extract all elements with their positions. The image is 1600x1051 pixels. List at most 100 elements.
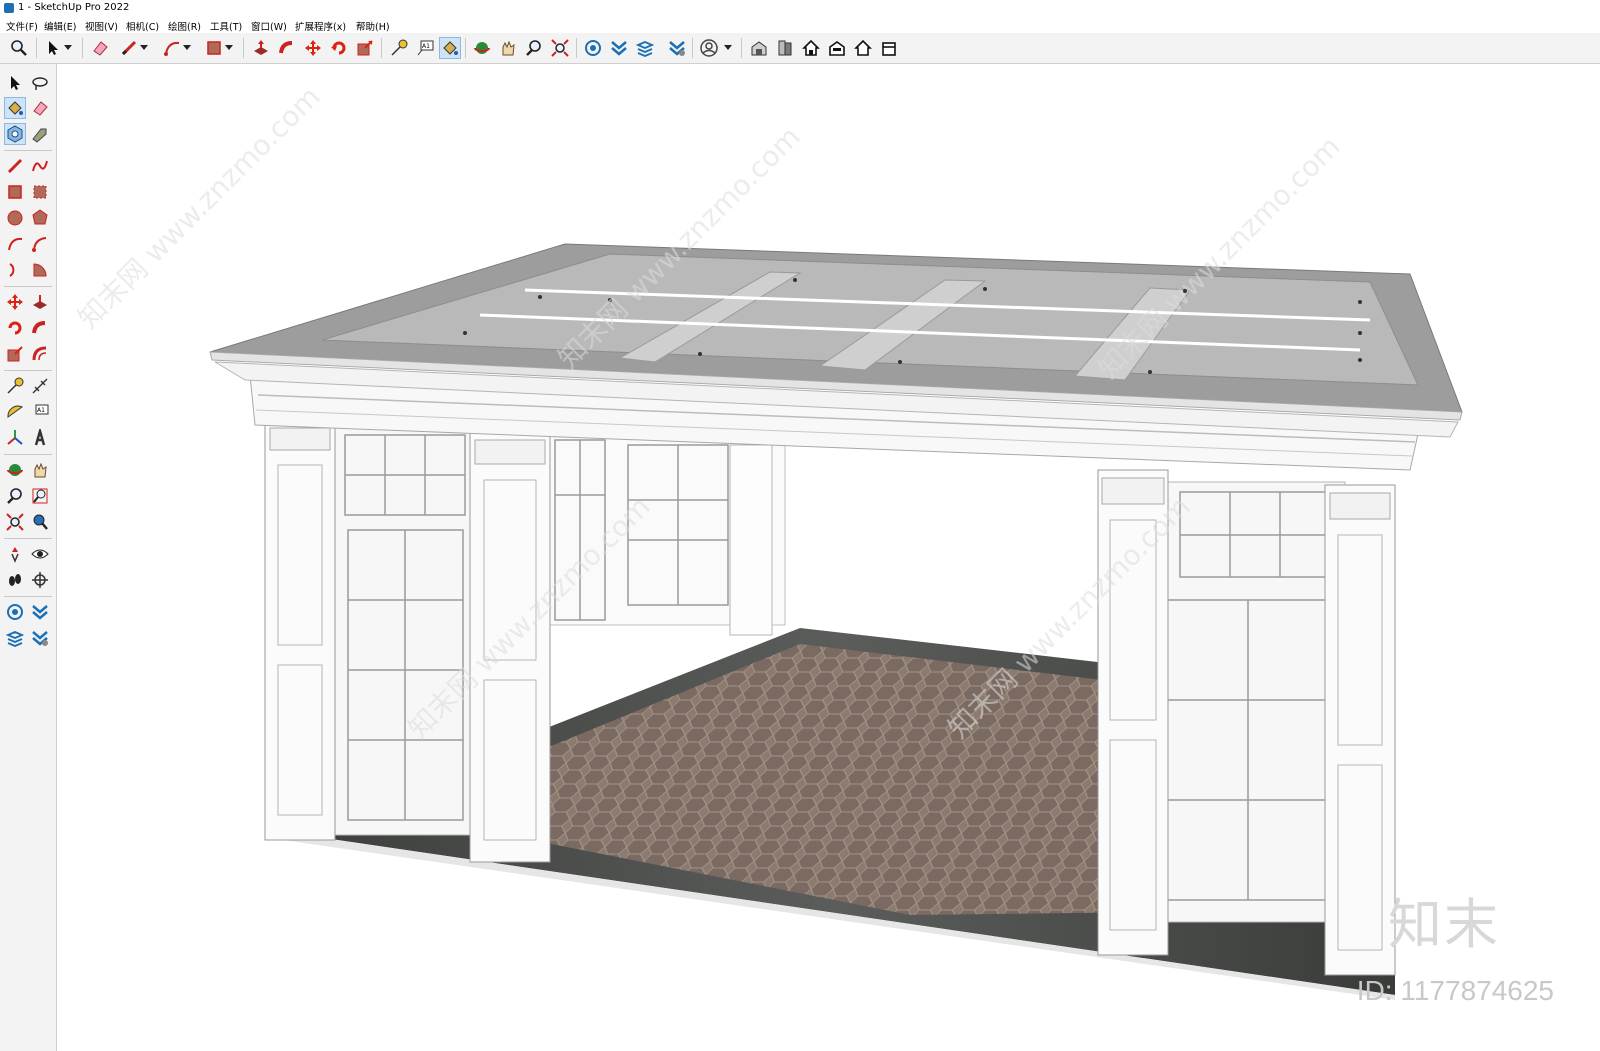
arc-icon[interactable] xyxy=(4,233,26,255)
dimension-icon[interactable] xyxy=(29,375,51,397)
model-info-icon[interactable] xyxy=(748,37,770,59)
title-bar: 1 - SketchUp Pro 2022 xyxy=(0,0,1600,17)
text-icon[interactable]: A1 xyxy=(29,401,51,423)
main-toolbar: A1 xyxy=(0,33,1600,64)
two-point-arc-icon[interactable] xyxy=(29,233,51,255)
zoom-window-icon[interactable] xyxy=(29,485,51,507)
svg-text:A1: A1 xyxy=(422,43,430,50)
orbit-icon[interactable] xyxy=(471,37,493,59)
menu-edit[interactable]: 编辑(E) xyxy=(44,19,76,33)
rotate-icon[interactable] xyxy=(328,37,350,59)
rotated-rectangle-icon[interactable] xyxy=(29,181,51,203)
arc-icon[interactable] xyxy=(161,37,183,59)
pie-icon[interactable] xyxy=(29,259,51,281)
layout-icon[interactable] xyxy=(4,627,26,649)
move-icon[interactable] xyxy=(4,291,26,313)
position-camera-icon[interactable] xyxy=(4,543,26,565)
pillar-front-right xyxy=(1324,484,1396,976)
protractor-icon[interactable] xyxy=(4,401,26,423)
sketchup-app-icon xyxy=(4,3,14,13)
pencil-icon[interactable] xyxy=(4,155,26,177)
look-around-icon[interactable] xyxy=(29,543,51,565)
text-icon[interactable]: A1 xyxy=(414,37,436,59)
dropdown-icon[interactable] xyxy=(722,37,734,59)
circle-icon[interactable] xyxy=(4,207,26,229)
dropdown-icon[interactable] xyxy=(62,37,74,59)
scale-icon[interactable] xyxy=(4,343,26,365)
move-icon[interactable] xyxy=(302,37,324,59)
follow-me-icon[interactable] xyxy=(276,37,298,59)
menu-help[interactable]: 帮助(H) xyxy=(356,19,390,33)
menu-draw[interactable]: 绘图(R) xyxy=(168,19,201,33)
back-pillar xyxy=(729,444,773,636)
offset-icon[interactable] xyxy=(29,343,51,365)
zoom-icon[interactable] xyxy=(523,37,545,59)
watermark-id: ID: 1177874625 xyxy=(1356,975,1554,1006)
paint-bucket-icon[interactable] xyxy=(4,97,26,119)
eraser-icon[interactable] xyxy=(29,97,51,119)
freehand-icon[interactable] xyxy=(29,155,51,177)
menu-file[interactable]: 文件(F) xyxy=(6,19,38,33)
axes-icon[interactable] xyxy=(4,427,26,449)
house-outline-icon[interactable] xyxy=(852,37,874,59)
extension-warehouse-icon[interactable] xyxy=(608,37,630,59)
lasso-select-icon[interactable] xyxy=(29,72,51,94)
rectangle-icon[interactable] xyxy=(4,181,26,203)
left-toolbar: A1 xyxy=(0,64,57,1051)
menu-window[interactable]: 窗口(W) xyxy=(251,19,287,33)
polygon-icon[interactable] xyxy=(29,207,51,229)
dropdown-icon[interactable] xyxy=(181,37,193,59)
push-pull-icon[interactable] xyxy=(250,37,272,59)
tape-measure-icon[interactable] xyxy=(4,375,26,397)
svg-text:A1: A1 xyxy=(37,407,45,414)
select-icon[interactable] xyxy=(4,72,26,94)
dropdown-icon[interactable] xyxy=(138,37,150,59)
menu-tools[interactable]: 工具(T) xyxy=(210,19,242,33)
pillar-front-left xyxy=(264,419,336,841)
zoom-icon[interactable] xyxy=(4,485,26,507)
rotate-icon[interactable] xyxy=(4,317,26,339)
eraser-icon[interactable] xyxy=(89,37,111,59)
menu-bar: 文件(F) 编辑(E) 视图(V) 相机(C) 绘图(R) 工具(T) 窗口(W… xyxy=(0,17,1600,33)
zoom-icon[interactable] xyxy=(8,37,30,59)
house-open-icon[interactable] xyxy=(878,37,900,59)
3d-text-icon[interactable] xyxy=(29,427,51,449)
pavilion-model: 知末网 www.znzmo.com 知末网 www.znzmo.com 知末网 … xyxy=(72,80,1463,1000)
house-section-icon[interactable] xyxy=(826,37,848,59)
section-plane-icon[interactable] xyxy=(29,569,51,591)
menu-extensions[interactable]: 扩展程序(x) xyxy=(295,19,346,33)
house-icon[interactable] xyxy=(800,37,822,59)
dropdown-icon[interactable] xyxy=(223,37,235,59)
menu-camera[interactable]: 相机(C) xyxy=(126,19,159,33)
scale-icon[interactable] xyxy=(354,37,376,59)
extension-warehouse-icon[interactable] xyxy=(29,601,51,623)
pencil-icon[interactable] xyxy=(118,37,140,59)
watermark-logo: 知末 xyxy=(1388,893,1500,956)
rectangle-icon[interactable] xyxy=(203,37,225,59)
zoom-extents-icon[interactable] xyxy=(549,37,571,59)
model-viewport[interactable]: 知末网 www.znzmo.com 知末网 www.znzmo.com 知末网 … xyxy=(57,64,1600,1051)
extension-manager-icon[interactable] xyxy=(29,627,51,649)
account-icon[interactable] xyxy=(698,37,720,59)
components-icon[interactable] xyxy=(774,37,796,59)
layout-icon[interactable] xyxy=(634,37,656,59)
walk-icon[interactable] xyxy=(4,569,26,591)
window-title: 1 - SketchUp Pro 2022 xyxy=(18,2,130,13)
follow-me-icon[interactable] xyxy=(29,317,51,339)
menu-view[interactable]: 视图(V) xyxy=(85,19,118,33)
tag-icon[interactable] xyxy=(29,123,51,145)
previous-view-icon[interactable] xyxy=(29,511,51,533)
zoom-extents-icon[interactable] xyxy=(4,511,26,533)
warehouse-icon[interactable] xyxy=(4,601,26,623)
orbit-icon[interactable] xyxy=(4,459,26,481)
paint-bucket-icon[interactable] xyxy=(439,37,461,59)
extension-manager-icon[interactable] xyxy=(666,37,688,59)
make-component-icon[interactable] xyxy=(4,123,26,145)
tape-measure-icon[interactable] xyxy=(388,37,410,59)
three-point-arc-icon[interactable] xyxy=(4,259,26,281)
pan-icon[interactable] xyxy=(29,459,51,481)
push-pull-icon[interactable] xyxy=(29,291,51,313)
select-icon[interactable] xyxy=(42,37,64,59)
warehouse-icon[interactable] xyxy=(582,37,604,59)
pan-icon[interactable] xyxy=(497,37,519,59)
